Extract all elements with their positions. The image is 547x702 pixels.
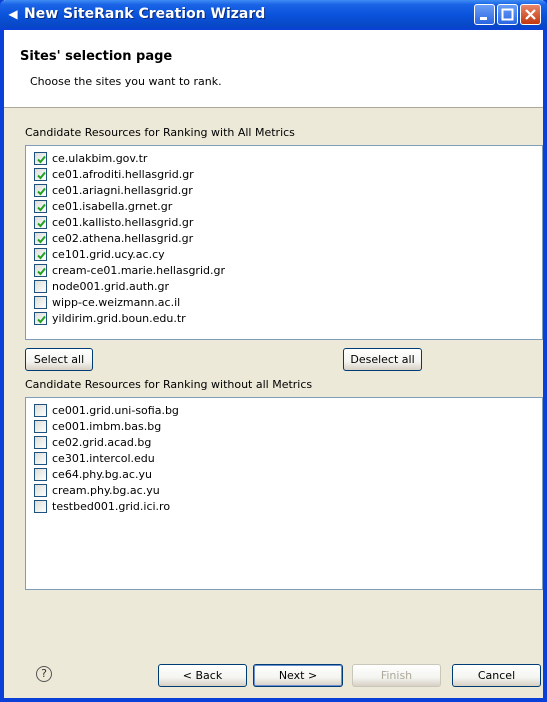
check-icon — [37, 171, 46, 179]
close-button[interactable] — [520, 4, 541, 25]
maximize-button[interactable] — [497, 4, 518, 25]
checkbox[interactable] — [34, 435, 47, 449]
page-description: Choose the sites you want to rank. — [30, 75, 222, 88]
list-item[interactable]: ce001.grid.uni-sofia.bg — [26, 402, 542, 418]
checkbox[interactable] — [34, 231, 47, 245]
all-metrics-list[interactable]: ce.ulakbim.gov.tr ce01.afroditi.hellasgri… — [25, 145, 543, 340]
title-bar[interactable]: ◀ New SiteRank Creation Wizard — [0, 0, 547, 30]
page-title: Sites' selection page — [20, 49, 173, 64]
finish-button[interactable]: Finish — [352, 664, 441, 687]
without-metrics-list[interactable]: ce001.grid.uni-sofia.bg ce001.imbm.bas.bg… — [25, 397, 543, 590]
check-icon — [37, 315, 46, 323]
list-item-label: ce01.isabella.grnet.gr — [52, 199, 173, 213]
list-item[interactable]: ce001.imbm.bas.bg — [26, 418, 542, 434]
list-item-label: ce02.grid.acad.bg — [52, 435, 152, 449]
list-item-label: cream-ce01.marie.hellasgrid.gr — [52, 263, 225, 277]
list-item-label: yildirim.grid.boun.edu.tr — [52, 311, 186, 325]
checkbox[interactable] — [34, 451, 47, 465]
maximize-icon — [501, 8, 514, 21]
list-item[interactable]: ce02.athena.hellasgrid.gr — [26, 230, 542, 246]
list-item[interactable]: ce301.intercol.edu — [26, 450, 542, 466]
arrow-left-icon: ◀ — [8, 7, 18, 21]
select-all-button[interactable]: Select all — [25, 348, 93, 371]
checkbox[interactable] — [34, 483, 47, 497]
list-item[interactable]: ce01.isabella.grnet.gr — [26, 198, 542, 214]
list-item[interactable]: node001.grid.auth.gr — [26, 278, 542, 294]
list-item[interactable]: testbed001.grid.ici.ro — [26, 498, 542, 514]
list-item[interactable]: cream.phy.bg.ac.yu — [26, 482, 542, 498]
list-item-label: ce.ulakbim.gov.tr — [52, 151, 148, 165]
list-item-label: ce101.grid.ucy.ac.cy — [52, 247, 165, 261]
list-item-label: wipp-ce.weizmann.ac.il — [52, 295, 181, 309]
checkbox[interactable] — [34, 215, 47, 229]
list-item-label: cream.phy.bg.ac.yu — [52, 483, 160, 497]
list-item[interactable]: ce01.kallisto.hellasgrid.gr — [26, 214, 542, 230]
checkbox[interactable] — [34, 467, 47, 481]
help-icon[interactable]: ? — [36, 666, 52, 682]
checkbox[interactable] — [34, 295, 47, 309]
minimize-button[interactable] — [474, 4, 495, 25]
check-icon — [37, 235, 46, 243]
window-title: New SiteRank Creation Wizard — [24, 6, 266, 22]
list-item-label: node001.grid.auth.gr — [52, 279, 169, 293]
checkbox[interactable] — [34, 167, 47, 181]
list-item[interactable]: ce.ulakbim.gov.tr — [26, 150, 542, 166]
next-button[interactable]: Next > — [253, 664, 343, 687]
list-item-label: ce01.kallisto.hellasgrid.gr — [52, 215, 194, 229]
list-item[interactable]: ce101.grid.ucy.ac.cy — [26, 246, 542, 262]
list-item[interactable]: cream-ce01.marie.hellasgrid.gr — [26, 262, 542, 278]
minimize-icon — [480, 17, 487, 20]
list-item-label: ce64.phy.bg.ac.yu — [52, 467, 152, 481]
all-metrics-label: Candidate Resources for Ranking with All… — [25, 126, 295, 139]
list-item[interactable]: ce02.grid.acad.bg — [26, 434, 542, 450]
back-button[interactable]: < Back — [158, 664, 247, 687]
checkbox[interactable] — [34, 403, 47, 417]
list-item[interactable]: ce64.phy.bg.ac.yu — [26, 466, 542, 482]
list-item[interactable]: ce01.afroditi.hellasgrid.gr — [26, 166, 542, 182]
checkbox[interactable] — [34, 247, 47, 261]
page-header: Sites' selection page Choose the sites y… — [4, 30, 543, 108]
check-icon — [37, 219, 46, 227]
without-metrics-label: Candidate Resources for Ranking without … — [25, 378, 313, 391]
checkbox[interactable] — [34, 183, 47, 197]
list-item[interactable]: ce01.ariagni.hellasgrid.gr — [26, 182, 542, 198]
check-icon — [37, 203, 46, 211]
list-item-label: ce02.athena.hellasgrid.gr — [52, 231, 194, 245]
list-item-label: ce01.afroditi.hellasgrid.gr — [52, 167, 194, 181]
check-icon — [37, 251, 46, 259]
list-item-label: testbed001.grid.ici.ro — [52, 499, 171, 513]
checkbox[interactable] — [34, 199, 47, 213]
checkbox[interactable] — [34, 419, 47, 433]
checkbox[interactable] — [34, 151, 47, 165]
check-icon — [37, 155, 46, 163]
list-item[interactable]: wipp-ce.weizmann.ac.il — [26, 294, 542, 310]
check-icon — [37, 187, 46, 195]
checkbox[interactable] — [34, 499, 47, 513]
checkbox[interactable] — [34, 311, 47, 325]
close-icon — [525, 9, 536, 20]
checkbox[interactable] — [34, 263, 47, 277]
check-icon — [37, 267, 46, 275]
list-item-label: ce001.imbm.bas.bg — [52, 419, 162, 433]
cancel-button[interactable]: Cancel — [452, 664, 541, 687]
list-item[interactable]: yildirim.grid.boun.edu.tr — [26, 310, 542, 326]
list-item-label: ce01.ariagni.hellasgrid.gr — [52, 183, 193, 197]
checkbox[interactable] — [34, 279, 47, 293]
deselect-all-button[interactable]: Deselect all — [343, 348, 422, 371]
list-item-label: ce301.intercol.edu — [52, 451, 155, 465]
list-item-label: ce001.grid.uni-sofia.bg — [52, 403, 179, 417]
